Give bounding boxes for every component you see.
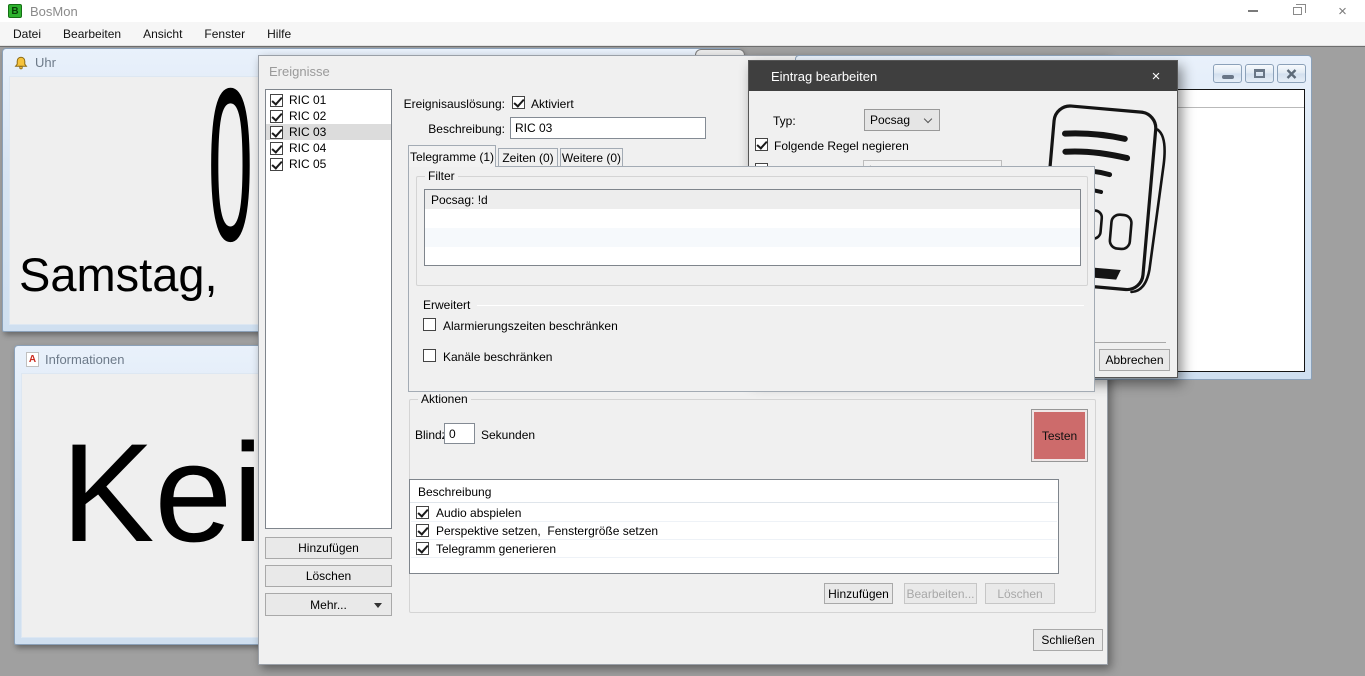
header-separator [410, 502, 1058, 503]
typ-combobox[interactable]: Pocsag [864, 109, 940, 131]
ric-checkbox[interactable] [270, 94, 283, 107]
ric-label: RIC 04 [289, 141, 326, 155]
abbrechen-button[interactable]: Abbrechen [1099, 349, 1170, 371]
ric-checkbox[interactable] [270, 110, 283, 123]
ric-checkbox[interactable] [270, 158, 283, 171]
main-titlebar: B BosMon × [0, 0, 1365, 22]
close-button[interactable]: × [1320, 0, 1365, 22]
description-label: Beschreibung: [319, 122, 505, 136]
informationen-title: Informationen [45, 352, 125, 367]
sekunden-label: Sekunden [481, 428, 535, 442]
filter-listbox[interactable]: Pocsag: !d [424, 189, 1081, 266]
action-edit-button[interactable]: Bearbeiten... [904, 583, 977, 604]
dropdown-arrow-icon [374, 603, 382, 608]
menu-ansicht[interactable]: Ansicht [132, 23, 193, 45]
schliessen-button[interactable]: Schließen [1033, 629, 1103, 651]
close-icon [1286, 69, 1297, 79]
ric-add-button[interactable]: Hinzufügen [265, 537, 392, 559]
ric-label: RIC 05 [289, 157, 326, 171]
filter-item-empty [425, 228, 1080, 247]
menu-fenster[interactable]: Fenster [193, 23, 256, 45]
tab-weitere[interactable]: Weitere (0) [560, 148, 623, 167]
ric-checkbox[interactable] [270, 126, 283, 139]
action-item[interactable]: Audio abspielen [411, 504, 1057, 522]
tab-telegramme[interactable]: Telegramme (1) [408, 145, 496, 167]
description-input[interactable] [510, 117, 706, 139]
bell-icon [14, 56, 28, 70]
advanced-section-label: Erweitert [423, 298, 470, 312]
uhr-title: Uhr [35, 55, 56, 70]
filter-group: Filter Pocsag: !d [416, 176, 1088, 286]
child-minimize-button[interactable] [1213, 64, 1242, 83]
list-item[interactable]: RIC 04 [266, 140, 391, 156]
chevron-down-icon [924, 115, 932, 123]
tab-zeiten[interactable]: Zeiten (0) [498, 148, 558, 167]
close-icon: × [1338, 4, 1347, 19]
dialog-close-button[interactable]: × [1135, 61, 1177, 91]
action-checkbox[interactable] [416, 524, 429, 537]
ric-listbox[interactable]: RIC 01 RIC 02 RIC 03 RIC 04 RIC 05 [265, 89, 392, 529]
filter-group-label: Filter [425, 169, 458, 183]
restore-button[interactable] [1275, 0, 1320, 22]
action-checkbox[interactable] [416, 542, 429, 555]
close-icon: × [1152, 68, 1161, 85]
dialog-title: Eintrag bearbeiten [771, 69, 877, 84]
menubar: Datei Bearbeiten Ansicht Fenster Hilfe [0, 22, 1365, 46]
negate-label: Folgende Regel negieren [774, 139, 909, 153]
channels-checkbox[interactable] [423, 349, 436, 362]
dialog-titlebar[interactable]: Eintrag bearbeiten [749, 61, 1177, 91]
typ-value: Pocsag [870, 113, 910, 127]
minimize-icon [1248, 10, 1258, 12]
ric-label: RIC 02 [289, 109, 326, 123]
action-label: Audio abspielen [436, 506, 521, 520]
alert-document-icon: A [26, 352, 39, 367]
bosmon-app-icon: B [8, 4, 22, 18]
alarm-times-checkbox[interactable] [423, 318, 436, 331]
child-restore-button[interactable] [1245, 64, 1274, 83]
action-item[interactable]: Perspektive setzen, Fenstergröße setzen [411, 522, 1057, 540]
negate-checkbox[interactable] [755, 138, 768, 151]
clock-day-text: Samstag, [19, 247, 218, 302]
aktiviert-label: Aktiviert [531, 97, 574, 111]
minimize-button[interactable] [1230, 0, 1275, 22]
minimize-icon [1222, 75, 1234, 79]
menu-datei[interactable]: Datei [2, 23, 52, 45]
action-item[interactable]: Telegramm generieren [411, 540, 1057, 558]
action-label: Telegramm generieren [436, 542, 556, 556]
action-label: Perspektive setzen, Fenstergröße setzen [436, 524, 658, 538]
alarm-times-label: Alarmierungszeiten beschränken [443, 319, 618, 333]
clock-display: 0 [208, 57, 253, 275]
advanced-separator [477, 305, 1084, 306]
ric-more-button[interactable]: Mehr... [265, 593, 392, 616]
list-item[interactable]: RIC 05 [266, 156, 391, 172]
menu-bearbeiten[interactable]: Bearbeiten [52, 23, 132, 45]
restore-icon [1254, 69, 1265, 78]
informationen-message: Kei [61, 412, 263, 574]
ric-checkbox[interactable] [270, 142, 283, 155]
aktionen-group-label: Aktionen [418, 392, 471, 406]
testen-button[interactable]: Testen [1031, 409, 1088, 462]
channels-label: Kanäle beschränken [443, 350, 552, 364]
action-checkbox[interactable] [416, 506, 429, 519]
trigger-label: Ereignisauslösung: [319, 97, 505, 111]
child-close-button[interactable] [1277, 64, 1306, 83]
restore-icon [1293, 7, 1302, 15]
filter-item-empty [425, 247, 1080, 266]
typ-label: Typ: [773, 114, 796, 128]
action-listbox[interactable]: Beschreibung Audio abspielen Perspektive… [409, 479, 1059, 574]
ric-delete-button[interactable]: Löschen [265, 565, 392, 587]
blindzeit-input[interactable] [444, 423, 475, 444]
ereignisse-title: Ereignisse [269, 64, 330, 79]
bosmon-application: B BosMon × Datei Bearbeiten Ansicht Fens… [0, 0, 1365, 676]
action-list-header: Beschreibung [418, 485, 491, 499]
ric-more-label: Mehr... [310, 598, 347, 612]
filter-item-selected[interactable]: Pocsag: !d [425, 190, 1080, 209]
aktiviert-checkbox[interactable] [512, 96, 525, 109]
filter-item-empty [425, 209, 1080, 228]
action-add-button[interactable]: Hinzufügen [824, 583, 893, 604]
main-window-title: BosMon [30, 4, 78, 19]
menu-hilfe[interactable]: Hilfe [256, 23, 302, 45]
telegramme-tab-panel: Filter Pocsag: !d Erweitert Alarmierungs… [408, 166, 1095, 392]
action-delete-button[interactable]: Löschen [985, 583, 1055, 604]
